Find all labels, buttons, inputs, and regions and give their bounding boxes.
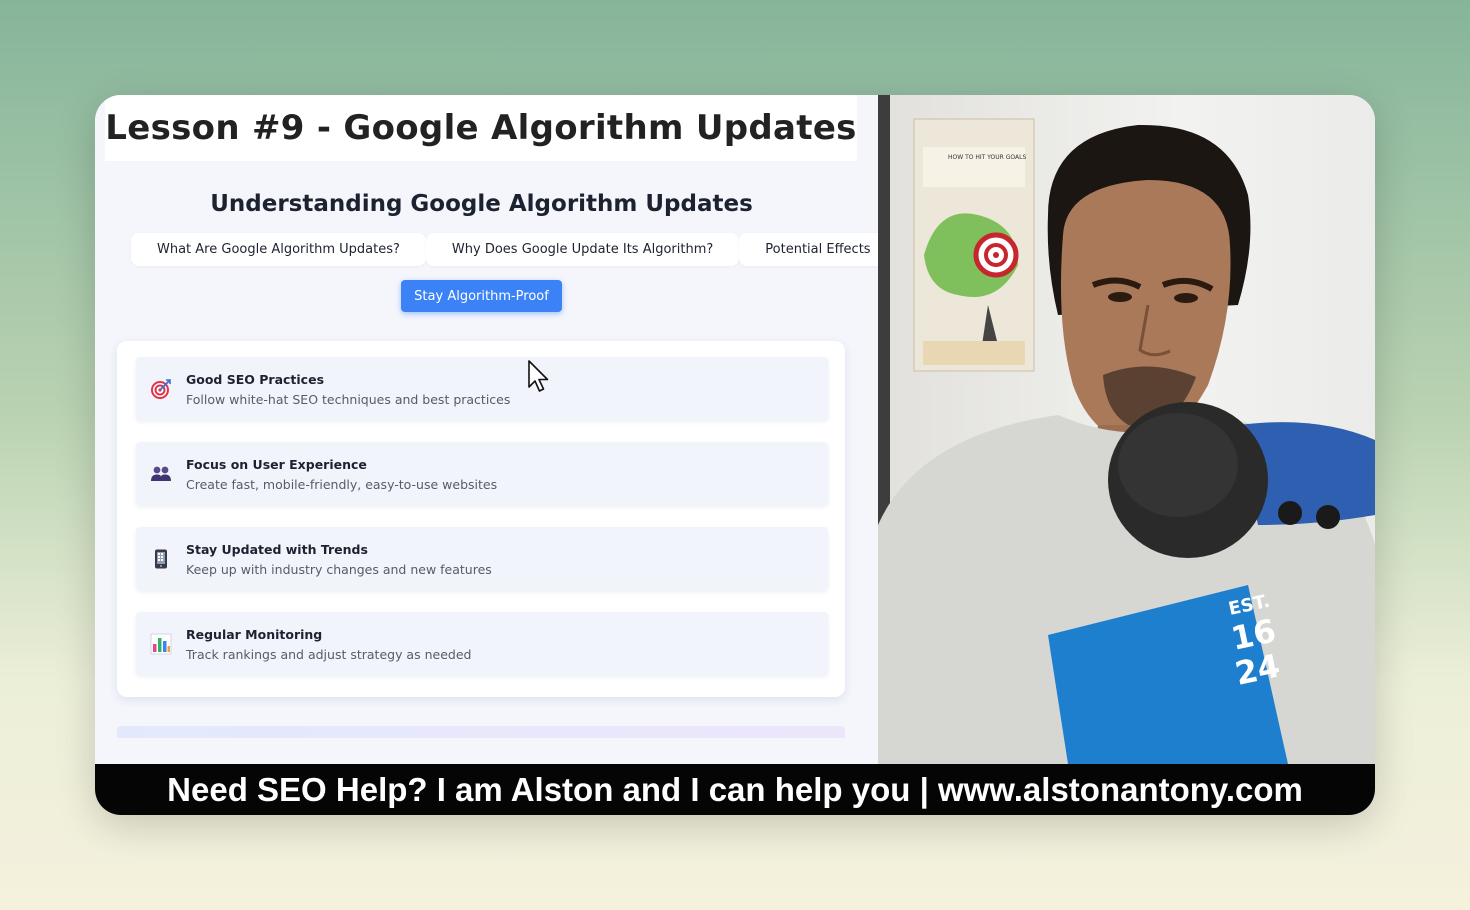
- list-item: Regular Monitoring Track rankings and ad…: [136, 612, 828, 675]
- tab-what-are-updates[interactable]: What Are Google Algorithm Updates?: [131, 233, 426, 266]
- banner-text: Need SEO Help? I am Alston and I can hel…: [167, 770, 1303, 808]
- item-desc: Track rankings and adjust strategy as ne…: [186, 647, 472, 662]
- target-icon: [151, 379, 171, 399]
- webcam-panel: HOW TO HIT YOUR GOALS EST. 16 24: [878, 95, 1375, 764]
- tab-potential-effects[interactable]: Potential Effects: [739, 233, 897, 266]
- page-title: Understanding Google Algorithm Updates: [210, 191, 753, 217]
- item-title: Stay Updated with Trends: [186, 542, 368, 557]
- mobile-phone-icon: [155, 549, 167, 569]
- users-icon: [151, 466, 171, 481]
- lesson-title: Lesson #9 - Google Algorithm Updates: [105, 108, 857, 148]
- bar-chart-icon: [150, 633, 172, 655]
- next-section-strip: [117, 726, 845, 738]
- webcam-illustration: HOW TO HIT YOUR GOALS EST. 16 24: [878, 118, 1375, 764]
- list-item: Good SEO Practices Follow white-hat SEO …: [136, 357, 828, 420]
- mouse-cursor-icon: [528, 360, 549, 392]
- tab-why-update[interactable]: Why Does Google Update Its Algorithm?: [425, 233, 740, 266]
- list-item: Focus on User Experience Create fast, mo…: [136, 442, 828, 505]
- lesson-title-bar: Lesson #9 - Google Algorithm Updates: [105, 95, 857, 161]
- item-title: Focus on User Experience: [186, 457, 367, 472]
- video-frame: Lesson #9 - Google Algorithm Updates Und…: [95, 95, 1375, 815]
- tab-bar: What Are Google Algorithm Updates? Why D…: [131, 233, 897, 266]
- item-desc: Create fast, mobile-friendly, easy-to-us…: [186, 477, 498, 492]
- slide-panel: Lesson #9 - Google Algorithm Updates Und…: [95, 95, 897, 764]
- list-item: Stay Updated with Trends Keep up with in…: [136, 527, 828, 590]
- item-title: Good SEO Practices: [186, 372, 325, 387]
- promo-banner: Need SEO Help? I am Alston and I can hel…: [95, 764, 1375, 815]
- item-desc: Follow white-hat SEO techniques and best…: [186, 392, 511, 407]
- item-title: Regular Monitoring: [186, 627, 323, 642]
- poster-heading: HOW TO HIT YOUR GOALS: [948, 154, 1026, 161]
- tab-stay-algorithm-proof[interactable]: Stay Algorithm-Proof: [401, 280, 562, 312]
- item-desc: Keep up with industry changes and new fe…: [186, 562, 492, 577]
- tips-card: Good SEO Practices Follow white-hat SEO …: [117, 341, 845, 697]
